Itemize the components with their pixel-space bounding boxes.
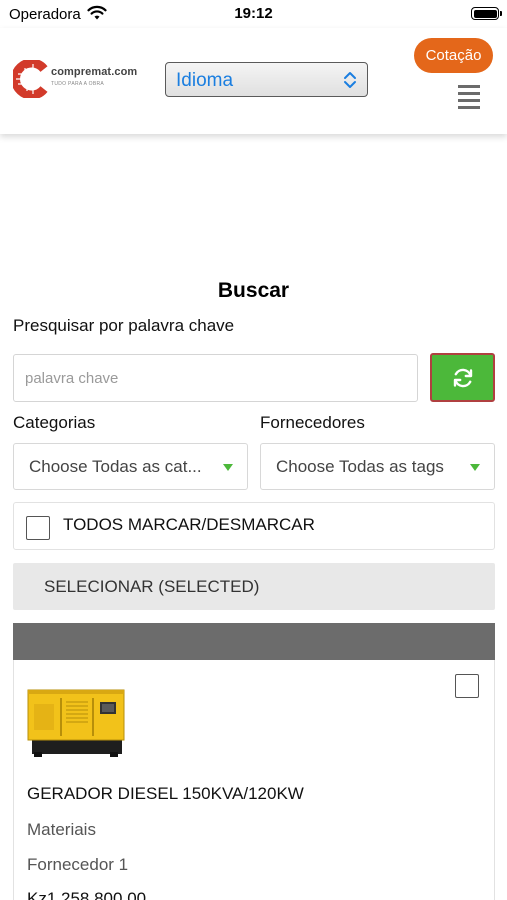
suppliers-dropdown-value: Choose Todas as tags bbox=[276, 457, 444, 476]
categories-dropdown[interactable]: Choose Todas as cat... bbox=[13, 443, 248, 490]
language-select[interactable]: Idioma bbox=[165, 62, 368, 97]
suppliers-label: Fornecedores bbox=[260, 413, 365, 432]
logo-brand-text: compremat.com bbox=[51, 66, 138, 78]
keyword-input[interactable]: palavra chave bbox=[13, 354, 418, 402]
app-header: compremat.com TUDO PARA A OBRA Idioma Co… bbox=[0, 28, 507, 134]
results-header-bar bbox=[13, 623, 495, 660]
product-price: Kz1.258.800,00 bbox=[27, 889, 147, 900]
toggle-all-row[interactable]: TODOS MARCAR/DESMARCAR bbox=[13, 502, 495, 550]
toggle-all-checkbox[interactable] bbox=[26, 516, 50, 540]
refresh-icon bbox=[453, 368, 473, 388]
select-selected-button[interactable]: SELECIONAR (SELECTED) bbox=[13, 563, 495, 610]
select-selected-label: SELECIONAR (SELECTED) bbox=[44, 577, 260, 596]
language-select-label: Idioma bbox=[176, 70, 234, 91]
status-time: 19:12 bbox=[234, 5, 273, 22]
suppliers-dropdown[interactable]: Choose Todas as tags bbox=[260, 443, 495, 490]
status-bar: Operadora 19:12 bbox=[0, 0, 507, 28]
logo-mark-icon bbox=[13, 60, 48, 98]
search-title: Buscar bbox=[217, 279, 290, 302]
categories-label: Categorias bbox=[13, 413, 96, 432]
triangle-down-icon bbox=[470, 464, 480, 471]
categories-dropdown-value: Choose Todas as cat... bbox=[29, 457, 202, 476]
refresh-button[interactable] bbox=[430, 353, 495, 402]
keyword-placeholder: palavra chave bbox=[25, 370, 119, 387]
hamburger-icon[interactable] bbox=[458, 85, 482, 109]
product-checkbox[interactable] bbox=[455, 674, 479, 698]
product-supplier: Fornecedor 1 bbox=[27, 855, 129, 874]
triangle-down-icon bbox=[223, 464, 233, 471]
keyword-label: Presquisar por palavra chave bbox=[13, 316, 235, 335]
generator-image bbox=[27, 689, 125, 757]
product-name: GERADOR DIESEL 150KVA/120KW bbox=[27, 784, 304, 803]
product-category: Materiais bbox=[27, 820, 96, 839]
toggle-all-label: TODOS MARCAR/DESMARCAR bbox=[63, 515, 315, 534]
battery-icon bbox=[471, 7, 502, 20]
quote-button[interactable]: Cotação bbox=[414, 38, 493, 73]
logo-tagline: TUDO PARA A OBRA bbox=[51, 81, 105, 87]
compremat-logo[interactable]: compremat.com TUDO PARA A OBRA bbox=[13, 60, 143, 100]
updown-chevron-icon bbox=[344, 72, 356, 88]
product-card[interactable]: GERADOR DIESEL 150KVA/120KW Materiais Fo… bbox=[13, 660, 495, 900]
